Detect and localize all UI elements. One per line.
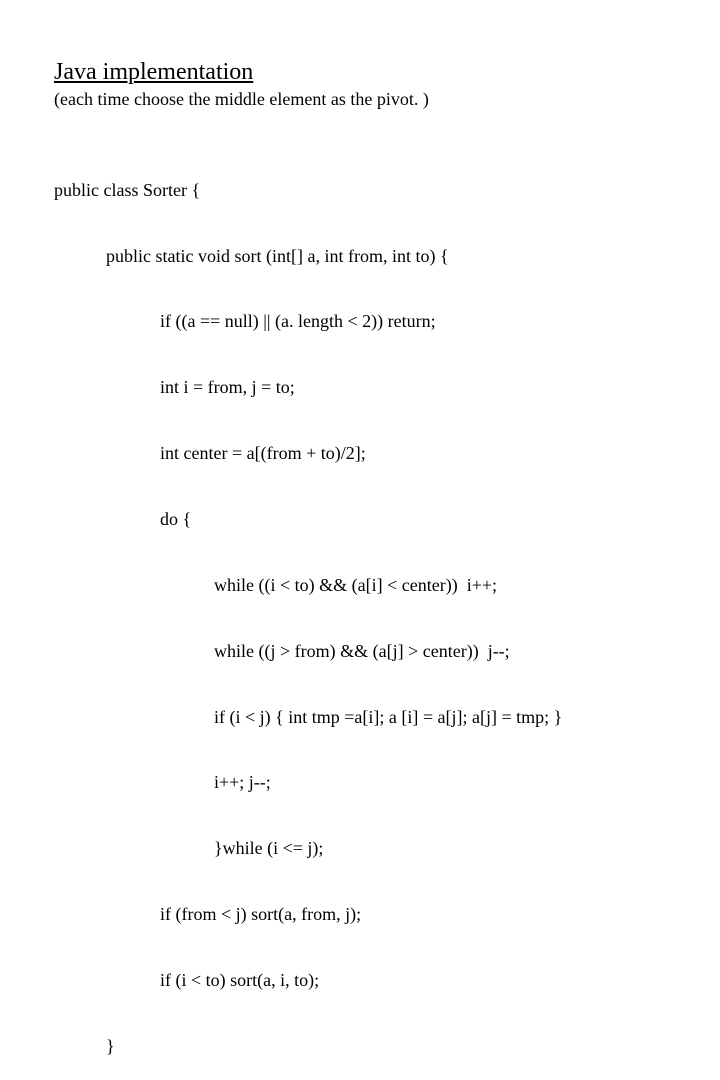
code-line: do {: [160, 509, 720, 531]
code-line: if ((a == null) || (a. length < 2)) retu…: [160, 311, 720, 333]
code-line: if (from < j) sort(a, from, j);: [160, 904, 720, 926]
document-page: Java implementation (each time choose th…: [0, 0, 720, 1080]
code-line: if (i < to) sort(a, i, to);: [160, 970, 720, 992]
code-line: }: [106, 1036, 720, 1058]
code-line: i++; j--;: [214, 772, 720, 794]
code-line: int i = from, j = to;: [160, 377, 720, 399]
code-line: }while (i <= j);: [214, 838, 720, 860]
code-line: public static void sort (int[] a, int fr…: [106, 246, 720, 268]
code-line: public class Sorter {: [54, 180, 720, 202]
page-title: Java implementation: [54, 58, 720, 87]
code-block: public class Sorter { public static void…: [54, 136, 720, 1080]
code-line: while ((i < to) && (a[i] < center)) i++;: [214, 575, 720, 597]
code-line: while ((j > from) && (a[j] > center)) j-…: [214, 641, 720, 663]
code-line: if (i < j) { int tmp =a[i]; a [i] = a[j]…: [214, 707, 720, 729]
page-subtitle: (each time choose the middle element as …: [54, 89, 720, 110]
code-line: int center = a[(from + to)/2];: [160, 443, 720, 465]
